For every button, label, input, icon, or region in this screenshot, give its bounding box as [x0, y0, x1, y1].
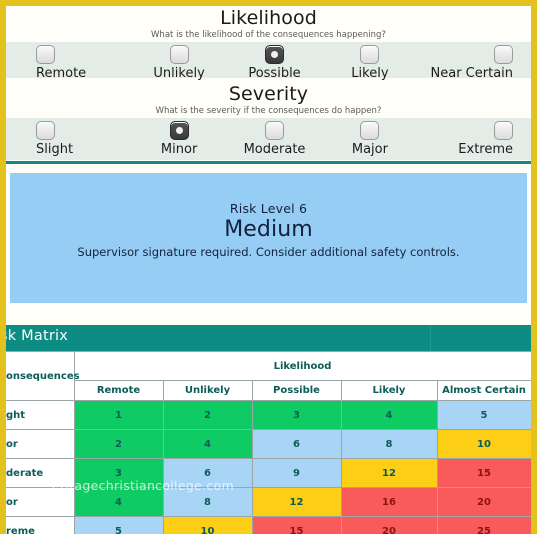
matrix-cell-4-4: 25 [436, 516, 532, 534]
radio-icon-slight[interactable] [36, 121, 55, 140]
risk-rating: Medium [224, 217, 313, 242]
matrix-row-label-minor: or [6, 429, 75, 459]
risk-result-section: Risk Level 6 Medium Supervisor signature… [6, 166, 531, 318]
matrix-cell-2-0: 3 [73, 458, 164, 488]
table-row: or 4 8 12 16 20 [6, 487, 532, 517]
risk-matrix-header-bar: sk Matrix [0, 325, 537, 351]
matrix-cell-0-4: 5 [436, 400, 532, 430]
risk-matrix-header-title: sk Matrix [0, 328, 69, 344]
likelihood-label-near-certain: Near Certain [430, 66, 514, 81]
risk-note: Supervisor signature required. Consider … [77, 245, 460, 259]
matrix-cell-2-4: 15 [436, 458, 532, 488]
severity-label-extreme: Extreme [458, 142, 514, 157]
matrix-cell-3-2: 12 [251, 487, 342, 517]
page-border-left [0, 0, 6, 534]
matrix-cell-4-2: 15 [251, 516, 342, 534]
likelihood-option-possible[interactable]: Possible [227, 45, 322, 81]
matrix-cell-0-3: 4 [340, 400, 438, 430]
matrix-cell-2-1: 6 [162, 458, 253, 488]
severity-question: What is the severity if the consequences… [155, 106, 382, 116]
matrix-cell-0-0: 1 [73, 400, 164, 430]
radio-icon-extreme[interactable] [494, 121, 514, 140]
matrix-cell-3-3: 16 [340, 487, 438, 517]
risk-matrix-table: onsequences Likelihood Remote Unlikely P… [6, 351, 532, 534]
radio-icon-likely[interactable] [360, 45, 380, 64]
matrix-col-unlikely: Unlikely [162, 380, 253, 401]
risk-result-banner: Risk Level 6 Medium Supervisor signature… [10, 173, 527, 303]
severity-label-major: Major [351, 142, 388, 157]
matrix-cell-4-0: 5 [73, 516, 164, 534]
severity-option-moderate[interactable]: Moderate [227, 121, 322, 157]
matrix-cell-0-1: 2 [162, 400, 253, 430]
radio-icon-unlikely[interactable] [169, 45, 189, 64]
severity-option-minor[interactable]: Minor [131, 121, 226, 157]
radio-icon-near-certain[interactable] [494, 45, 514, 64]
likelihood-label-remote: Remote [36, 66, 87, 81]
radio-icon-possible-selected[interactable] [265, 45, 285, 64]
matrix-row-label-extreme: reme [6, 516, 75, 534]
table-row: reme 5 10 15 20 25 [6, 516, 532, 534]
radio-icon-major[interactable] [360, 121, 380, 140]
likelihood-option-likely[interactable]: Likely [322, 45, 417, 81]
matrix-col-remote: Remote [73, 380, 164, 401]
matrix-column-header-row: Remote Unlikely Possible Likely Almost C… [6, 380, 532, 401]
matrix-cell-3-0: 4 [73, 487, 164, 517]
matrix-col-almost-certain: Almost Certain [436, 380, 532, 401]
matrix-row-label-slight: ght [6, 400, 75, 430]
page-border-right [531, 0, 537, 534]
matrix-group-header-likelihood: Likelihood [73, 351, 532, 381]
page-border-top [0, 0, 537, 6]
severity-options: Slight Minor Moderate Major Extreme [6, 118, 531, 160]
likelihood-option-unlikely[interactable]: Unlikely [131, 45, 226, 81]
matrix-cell-3-1: 8 [162, 487, 253, 517]
severity-panel: Severity What is the severity if the con… [6, 80, 531, 164]
severity-option-major[interactable]: Major [322, 121, 417, 157]
likelihood-label-unlikely: Unlikely [153, 66, 205, 81]
likelihood-option-near-certain[interactable]: Near Certain [418, 45, 531, 81]
severity-option-slight[interactable]: Slight [6, 121, 131, 157]
matrix-col-likely: Likely [340, 380, 438, 401]
matrix-cell-1-2: 6 [251, 429, 342, 459]
matrix-cell-4-3: 20 [340, 516, 438, 534]
likelihood-label-likely: Likely [351, 66, 389, 81]
severity-title: Severity [228, 83, 309, 105]
matrix-cell-2-2: 9 [251, 458, 342, 488]
risk-level-label: Risk Level 6 [229, 201, 308, 216]
severity-label-slight: Slight [36, 142, 74, 157]
header-bar-divider [430, 325, 431, 351]
risk-assessment-screen: Likelihood What is the likelihood of the… [0, 0, 537, 534]
matrix-cell-3-4: 20 [436, 487, 532, 517]
matrix-cell-4-1: 10 [162, 516, 253, 534]
matrix-cell-1-0: 2 [73, 429, 164, 459]
severity-option-extreme[interactable]: Extreme [418, 121, 531, 157]
radio-icon-moderate[interactable] [265, 121, 285, 140]
likelihood-question: What is the likelihood of the consequenc… [151, 30, 386, 40]
matrix-row-label-major: or [6, 487, 75, 517]
table-row: ght 1 2 3 4 5 [6, 400, 532, 430]
likelihood-title: Likelihood [220, 7, 317, 29]
likelihood-options: Remote Unlikely Possible Likely Near Cer… [6, 42, 531, 81]
matrix-cell-1-1: 4 [162, 429, 253, 459]
radio-icon-remote[interactable] [36, 45, 55, 64]
severity-label-moderate: Moderate [243, 142, 306, 157]
likelihood-label-possible: Possible [248, 66, 301, 81]
table-row: derate 3 6 9 12 15 [6, 458, 532, 488]
matrix-row-label-moderate: derate [6, 458, 75, 488]
likelihood-panel: Likelihood What is the likelihood of the… [6, 6, 531, 81]
likelihood-option-remote[interactable]: Remote [6, 45, 131, 81]
severity-label-minor: Minor [160, 142, 198, 157]
matrix-cell-0-2: 3 [251, 400, 342, 430]
matrix-col-possible: Possible [251, 380, 342, 401]
matrix-cell-1-3: 8 [340, 429, 438, 459]
matrix-group-header-row: onsequences Likelihood [6, 351, 532, 401]
matrix-cell-2-3: 12 [340, 458, 438, 488]
matrix-corner-label: onsequences [6, 351, 80, 401]
radio-icon-minor-selected[interactable] [169, 121, 189, 140]
matrix-cell-1-4: 10 [436, 429, 532, 459]
table-row: or 2 4 6 8 10 [6, 429, 532, 459]
